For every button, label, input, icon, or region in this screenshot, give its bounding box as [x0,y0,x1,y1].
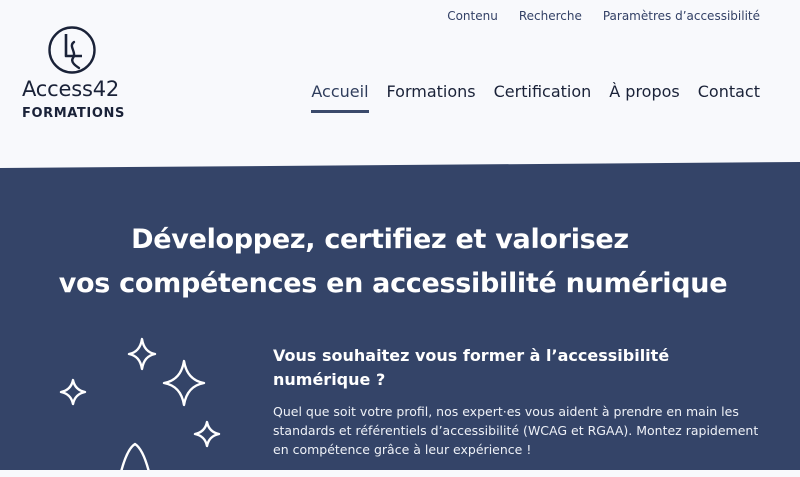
site-logo[interactable]: Access42 FORMATIONS [22,24,127,124]
nav-item-a-propos[interactable]: À propos [609,82,679,107]
skip-link-content[interactable]: Contenu [447,9,498,23]
nav-item-contact[interactable]: Contact [698,82,760,107]
nav-item-accueil[interactable]: Accueil [311,82,369,113]
skip-link-search[interactable]: Recherche [519,9,582,23]
skip-link-accessibility-settings[interactable]: Paramètres d’accessibilité [603,9,760,23]
hero-text: Quel que soit votre profil, nos expert·e… [273,404,759,457]
sparkle-icon [127,337,157,371]
logo-icon [48,26,96,74]
logo-name: Access42 [22,77,120,101]
hero-title: Développez, certifiez et valorisez vos c… [0,218,800,306]
hero-title-line-1: Développez, certifiez et valorisez [131,224,629,255]
rocket-tip-icon [119,442,151,470]
skip-links: Contenu Recherche Paramètres d’accessibi… [447,9,760,23]
hero-title-line-2: vos compétences en accessibilité numériq… [58,268,728,299]
sparkle-icon [162,359,206,407]
main-navigation: Accueil Formations Certification À propo… [311,82,760,113]
sparkle-icon [193,420,221,448]
logo-subtitle: FORMATIONS [22,106,125,121]
hero-section: Développez, certifiez et valorisez vos c… [0,162,800,470]
nav-item-formations[interactable]: Formations [387,82,476,107]
sparkles-illustration [59,337,221,470]
hero-subheading: Vous souhaitez vous former à l’accessibi… [273,346,670,389]
nav-item-certification[interactable]: Certification [494,82,592,107]
sparkle-icon [59,378,87,406]
